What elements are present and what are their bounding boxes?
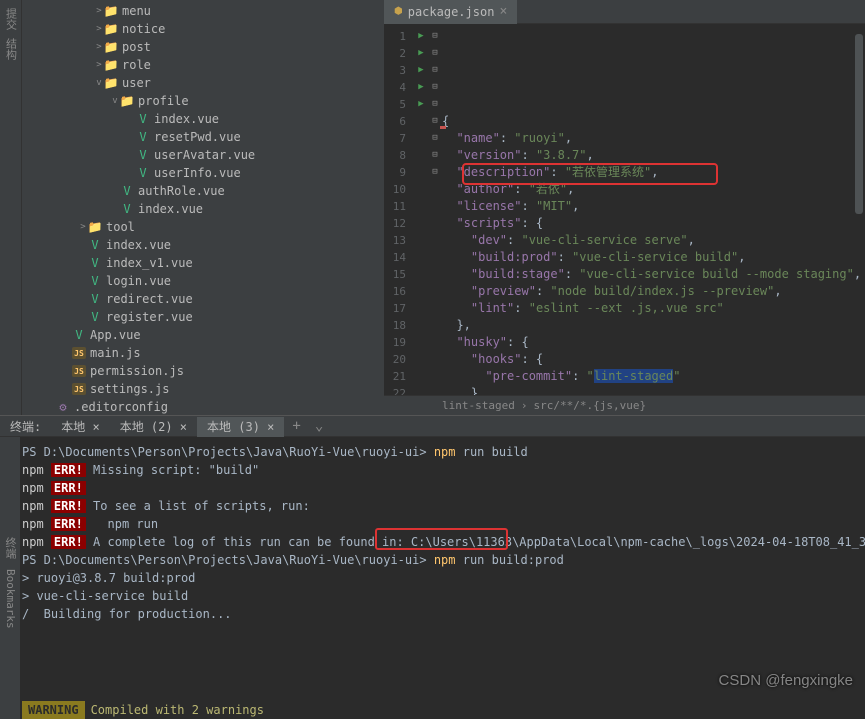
project-tree[interactable]: >📁menu>📁notice>📁post>📁rolev📁userv📁profil… <box>22 0 384 415</box>
tree-item[interactable]: v📁user <box>22 74 384 92</box>
tree-item[interactable]: Vlogin.vue <box>22 272 384 290</box>
tree-item[interactable]: Vindex.vue <box>22 110 384 128</box>
warning-text: Compiled with 2 warnings <box>85 701 264 719</box>
bookmarks-tool-tab[interactable]: Bookmarks <box>1 569 19 629</box>
fold-gutter[interactable]: ⊟⊟⊟⊟⊟⊟⊟⊟⊟ <box>428 24 442 395</box>
tree-item[interactable]: >📁post <box>22 38 384 56</box>
add-terminal-button[interactable]: + <box>286 418 306 434</box>
annotation-highlight <box>375 528 508 550</box>
close-icon[interactable]: × <box>499 4 507 19</box>
line-numbers: 12345678910111213141516171819202122 <box>384 24 414 395</box>
error-stripe <box>440 126 446 129</box>
tree-item[interactable]: Vindex.vue <box>22 200 384 218</box>
structure-tab[interactable]: 结构 <box>3 38 19 60</box>
tree-item[interactable]: VuserInfo.vue <box>22 164 384 182</box>
tree-item[interactable]: Vindex_v1.vue <box>22 254 384 272</box>
tree-item[interactable]: VApp.vue <box>22 326 384 344</box>
watermark: CSDN @fengxingke <box>719 672 853 689</box>
tree-item[interactable]: JSpermission.js <box>22 362 384 380</box>
editor-tabs[interactable]: ⬢ package.json × <box>384 0 865 24</box>
terminal-tab[interactable]: 本地 (2) × <box>110 417 197 437</box>
build-status: WARNING Compiled with 2 warnings <box>22 701 865 719</box>
terminal-dropdown[interactable]: ⌄ <box>309 418 329 434</box>
bottom-tool-strip[interactable]: 终端 Bookmarks <box>0 437 20 719</box>
scrollbar[interactable] <box>855 34 863 214</box>
breadcrumb-item[interactable]: lint-staged <box>442 399 515 412</box>
tree-item[interactable]: >📁notice <box>22 20 384 38</box>
terminal-label: 终端: <box>8 415 49 438</box>
editor-pane: ⬢ package.json × 12345678910111213141516… <box>384 0 865 415</box>
tree-item[interactable]: VresetPwd.vue <box>22 128 384 146</box>
tab-package-json[interactable]: ⬢ package.json × <box>384 0 517 24</box>
chevron-right-icon: › <box>521 399 528 412</box>
json-icon: ⬢ <box>394 6 403 17</box>
tree-item[interactable]: >📁role <box>22 56 384 74</box>
tab-label: package.json <box>408 5 495 19</box>
left-tool-strip[interactable]: 提交 结构 <box>0 0 22 415</box>
tree-item[interactable]: >📁tool <box>22 218 384 236</box>
annotation-highlight <box>462 163 718 185</box>
breadcrumb-item[interactable]: src/**/*.{js,vue} <box>533 399 646 412</box>
vcs-commit-tab[interactable]: 提交 <box>3 8 19 30</box>
tree-item[interactable]: ⚙.editorconfig <box>22 398 384 415</box>
terminal-tab[interactable]: 本地 (3) × <box>197 417 284 439</box>
warning-badge: WARNING <box>22 701 85 719</box>
terminal-tabs[interactable]: 终端: 本地 ×本地 (2) ×本地 (3) × + ⌄ <box>0 415 865 437</box>
tree-item[interactable]: Vindex.vue <box>22 236 384 254</box>
tree-item[interactable]: VuserAvatar.vue <box>22 146 384 164</box>
tree-item[interactable]: Vredirect.vue <box>22 290 384 308</box>
tree-item[interactable]: JSsettings.js <box>22 380 384 398</box>
terminal-tool-tab[interactable]: 终端 <box>1 537 19 559</box>
terminal-tab[interactable]: 本地 × <box>51 417 109 437</box>
tree-item[interactable]: v📁profile <box>22 92 384 110</box>
run-gutter[interactable]: ▶▶▶▶▶ <box>414 24 428 395</box>
breadcrumb[interactable]: lint-staged › src/**/*.{js,vue} <box>384 395 865 415</box>
tree-item[interactable]: JSmain.js <box>22 344 384 362</box>
tree-item[interactable]: Vregister.vue <box>22 308 384 326</box>
code-content[interactable]: { "name": "ruoyi", "version": "3.8.7", "… <box>442 24 865 395</box>
tree-item[interactable]: >📁menu <box>22 2 384 20</box>
tree-item[interactable]: VauthRole.vue <box>22 182 384 200</box>
